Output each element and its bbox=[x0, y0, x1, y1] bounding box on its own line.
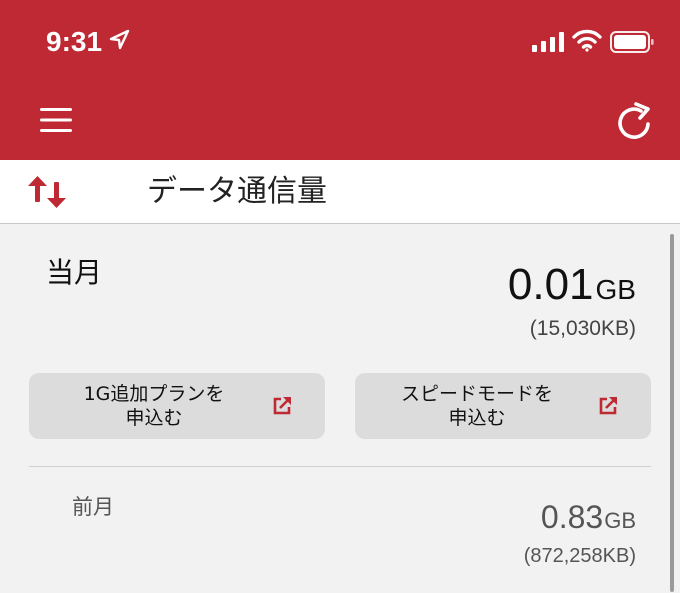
usage-content: 当月 0.01GB (15,030KB) 1G追加プランを 申込む スピードモー… bbox=[0, 225, 680, 593]
speed-mode-button[interactable]: スピードモードを 申込む bbox=[355, 373, 651, 439]
previous-month-value: 0.83 bbox=[540, 499, 604, 535]
previous-month-unit: GB bbox=[604, 508, 636, 533]
data-transfer-icon bbox=[28, 176, 66, 208]
speed-mode-label: スピードモードを 申込む bbox=[400, 383, 553, 429]
current-month-unit: GB bbox=[595, 274, 636, 305]
external-link-icon bbox=[599, 397, 617, 415]
signal-icon bbox=[532, 32, 564, 52]
divider bbox=[29, 466, 651, 467]
menu-icon[interactable] bbox=[38, 106, 74, 134]
refresh-icon[interactable] bbox=[614, 100, 654, 142]
status-time: 9:31 bbox=[46, 26, 103, 57]
previous-month-label: 前月 bbox=[72, 495, 114, 519]
previous-month-usage: 0.83GB bbox=[541, 497, 636, 537]
current-month-value: 0.01 bbox=[507, 260, 594, 309]
add-1g-plan-button[interactable]: 1G追加プランを 申込む bbox=[29, 373, 325, 439]
previous-month-kb: (872,258KB) bbox=[523, 545, 636, 567]
external-link-icon bbox=[273, 397, 291, 415]
title-bar: データ通信量 bbox=[0, 160, 680, 224]
location-arrow-icon bbox=[109, 29, 130, 50]
scrollbar[interactable] bbox=[670, 234, 674, 592]
page-title: データ通信量 bbox=[147, 174, 327, 209]
battery-icon bbox=[610, 31, 654, 53]
app-header: 9:31 bbox=[0, 0, 680, 160]
current-month-usage: 0.01GB bbox=[508, 259, 636, 311]
current-month-label: 当月 bbox=[46, 256, 103, 289]
wifi-icon bbox=[572, 29, 602, 52]
add-1g-plan-label: 1G追加プランを 申込む bbox=[83, 383, 225, 429]
current-month-kb: (15,030KB) bbox=[529, 317, 636, 340]
